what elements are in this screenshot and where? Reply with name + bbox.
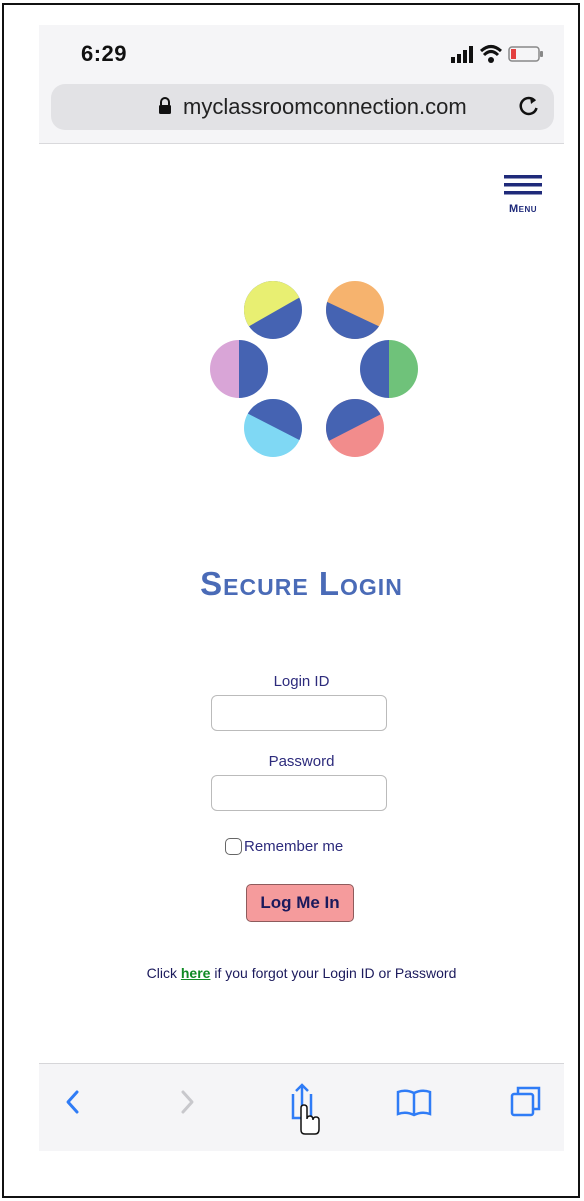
- remember-me-label: Remember me: [244, 837, 344, 855]
- lock-icon: [159, 97, 171, 114]
- address-bar[interactable]: myclassroomconnection.com: [51, 84, 554, 130]
- forgot-here-link[interactable]: here: [181, 965, 211, 981]
- phone-screen: 6:29 myclassroomconnection.com Menu Secu…: [39, 25, 564, 1151]
- screenshot-frame: 6:29 myclassroomconnection.com Menu Secu…: [2, 3, 580, 1198]
- remember-me-checkbox[interactable]: [225, 837, 242, 855]
- status-icons-svg: [451, 45, 543, 63]
- login-id-label: Login ID: [273, 673, 330, 690]
- logo-dot-orange: [326, 281, 384, 339]
- status-icons: [451, 43, 546, 65]
- logo-dot-yellow: [244, 281, 302, 339]
- site-logo: [210, 281, 418, 457]
- browser-top-bar: 6:29 myclassroomconnection.com: [39, 25, 564, 144]
- tabs-icon[interactable]: [507, 1082, 545, 1122]
- login-id-input[interactable]: [211, 695, 387, 731]
- password-input[interactable]: [211, 775, 387, 811]
- forgot-prefix: Click: [146, 965, 181, 981]
- bookmarks-icon[interactable]: [394, 1082, 434, 1122]
- share-icon[interactable]: [283, 1082, 327, 1142]
- signal-icon: [451, 46, 473, 63]
- logo-dot-salmon: [326, 399, 384, 457]
- password-label: Password: [268, 753, 335, 770]
- logo-dot-lilac: [210, 340, 268, 398]
- reload-icon[interactable]: [518, 95, 540, 117]
- forgot-credentials-text: Click here if you forgot your Login ID o…: [39, 965, 564, 981]
- back-icon[interactable]: [57, 1082, 91, 1122]
- forward-icon[interactable]: [169, 1082, 203, 1122]
- logo-dot-light-blue: [244, 399, 302, 457]
- browser-bottom-toolbar: [39, 1063, 564, 1151]
- page-title: Secure Login: [200, 565, 403, 602]
- hamburger-icon: [504, 175, 542, 195]
- status-time: 6:29: [81, 41, 128, 66]
- logo-dot-green: [360, 340, 418, 398]
- remember-me-row[interactable]: Remember me: [225, 835, 343, 857]
- battery-icon: [508, 46, 543, 62]
- forgot-suffix: if you forgot your Login ID or Password: [210, 965, 457, 981]
- menu-button[interactable]: Menu: [499, 175, 547, 215]
- url-text: myclassroomconnection.com: [183, 94, 467, 119]
- menu-label: Menu: [508, 203, 538, 215]
- log-me-in-button[interactable]: Log Me In: [246, 884, 354, 922]
- wifi-icon: [479, 45, 503, 63]
